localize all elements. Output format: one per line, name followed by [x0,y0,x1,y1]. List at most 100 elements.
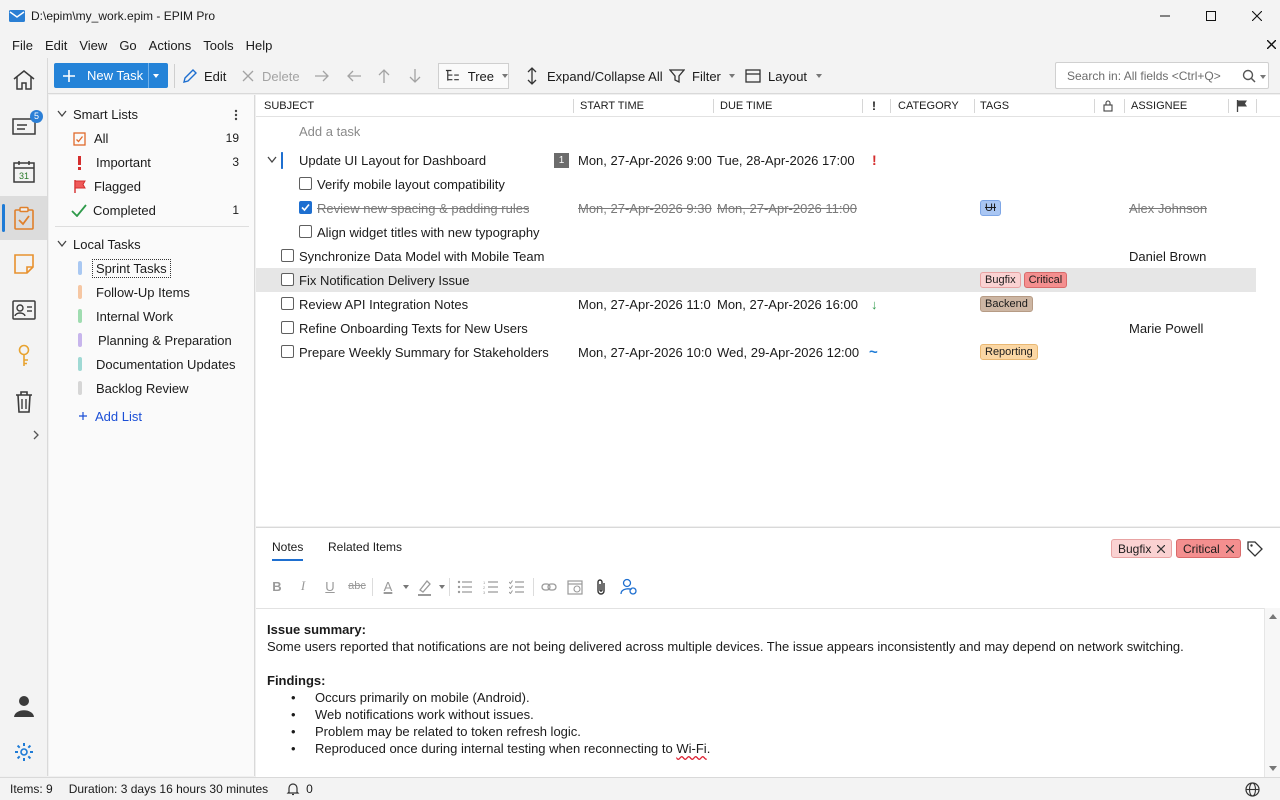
notes-scrollbar[interactable] [1264,608,1280,778]
bell-icon[interactable] [286,782,300,796]
passwords-button[interactable] [0,334,47,378]
task-list-follow-up[interactable]: Follow-Up Items [49,280,255,304]
task-list-internal-work[interactable]: Internal Work [49,304,255,328]
home-button[interactable] [0,58,47,102]
globe-icon[interactable] [1245,782,1260,797]
highlight-dropdown-icon[interactable] [439,585,445,589]
move-right-button[interactable] [314,63,330,89]
column-divider[interactable] [1124,99,1125,113]
task-row[interactable]: Verify mobile layout compatibility [256,172,1256,196]
tab-related-items[interactable]: Related Items [328,540,402,554]
link-icon[interactable] [541,580,557,594]
smart-list-completed[interactable]: Completed 1 [49,198,255,222]
notes-button[interactable] [0,242,47,286]
account-button[interactable] [0,684,47,728]
column-assignee[interactable]: ASSIGNEE [1131,95,1187,117]
expand-collapse-button[interactable]: Expand/Collapse All [526,63,663,89]
scroll-up-icon[interactable] [1269,614,1277,619]
menu-go[interactable]: Go [113,38,142,53]
menu-actions[interactable]: Actions [143,38,198,53]
font-color-button[interactable]: A [377,571,399,601]
expand-rail-button[interactable] [32,430,40,440]
tag-ui[interactable]: UI [980,200,1001,216]
tag-bugfix[interactable]: Bugfix [980,272,1021,288]
column-divider[interactable] [713,99,714,113]
search-box[interactable]: Search in: All fields <Ctrl+Q> [1055,62,1269,89]
bold-button[interactable]: B [266,571,288,601]
local-tasks-header[interactable]: Local Tasks [49,232,255,256]
italic-button[interactable]: I [292,571,314,601]
search-icon[interactable] [1242,69,1256,83]
column-divider[interactable] [573,99,574,113]
column-divider[interactable] [862,99,863,113]
filter-button[interactable]: Filter [669,63,735,89]
task-list-backlog[interactable]: Backlog Review [49,376,255,400]
font-color-dropdown-icon[interactable] [403,585,409,589]
task-row[interactable]: Update UI Layout for Dashboard 1 Mon, 27… [256,148,1256,172]
remove-tag-icon[interactable] [1157,544,1166,553]
menu-help[interactable]: Help [240,38,279,53]
column-divider[interactable] [1256,99,1257,113]
edit-button[interactable]: Edit [182,63,226,89]
calendar-button[interactable]: 31 [0,150,47,194]
menu-tools[interactable]: Tools [197,38,239,53]
remove-tag-icon[interactable] [1225,544,1234,553]
task-row[interactable]: Prepare Weekly Summary for Stakeholders … [256,340,1256,364]
attachment-icon[interactable] [595,578,607,596]
smart-list-flagged[interactable]: Flagged [49,174,255,198]
more-options-icon[interactable] [234,109,238,121]
checklist-icon[interactable] [509,580,525,594]
task-row[interactable]: Align widget titles with new typography [256,220,1256,244]
column-divider[interactable] [890,99,891,113]
task-row[interactable]: Refine Onboarding Texts for New Users Ma… [256,316,1256,340]
numbered-list-icon[interactable]: 123 [483,580,499,594]
column-divider[interactable] [974,99,975,113]
add-list-button[interactable]: Add List [49,404,255,428]
task-list-documentation[interactable]: Documentation Updates [49,352,255,376]
layout-button[interactable]: Layout [745,63,823,89]
task-row[interactable]: Review new spacing & padding rules Mon, … [256,196,1256,220]
move-up-button[interactable] [378,63,390,89]
close-button[interactable] [1234,0,1280,32]
view-mode-dropdown[interactable]: Tree [438,63,509,89]
scroll-down-icon[interactable] [1269,766,1277,771]
tag-reporting[interactable]: Reporting [980,344,1038,360]
close-document-icon[interactable] [1267,40,1276,49]
assign-user-icon[interactable] [620,578,638,596]
insert-date-icon[interactable] [567,579,583,595]
smart-lists-header[interactable]: Smart Lists [49,102,255,126]
column-divider[interactable] [1094,99,1095,113]
task-checkbox[interactable] [299,201,312,214]
tag-icon[interactable] [1247,541,1263,557]
move-down-button[interactable] [409,63,421,89]
task-checkbox[interactable] [281,249,294,262]
task-row-selected[interactable]: Fix Notification Delivery Issue Bugfix C… [256,268,1256,292]
strikethrough-button[interactable]: abc [346,571,368,601]
bullet-list-icon[interactable] [457,580,473,594]
add-task-row[interactable]: Add a task [256,119,1256,143]
maximize-button[interactable] [1188,0,1234,32]
chevron-down-icon[interactable] [267,156,277,163]
detail-tag-critical[interactable]: Critical [1176,539,1241,558]
smart-list-all[interactable]: All 19 [49,126,255,150]
task-row[interactable]: Review API Integration Notes Mon, 27-Apr… [256,292,1256,316]
search-options-icon[interactable] [1260,75,1266,79]
menu-view[interactable]: View [73,38,113,53]
detail-tag-bugfix[interactable]: Bugfix [1111,539,1173,558]
task-list-sprint-tasks[interactable]: Sprint Tasks [49,256,255,280]
task-checkbox[interactable] [281,297,294,310]
move-left-button[interactable] [346,63,362,89]
column-start-time[interactable]: START TIME [580,95,644,117]
task-checkbox[interactable] [281,345,294,358]
task-checkbox[interactable] [281,152,290,169]
contacts-button[interactable] [0,288,47,332]
new-task-dropdown-icon[interactable] [153,74,159,78]
column-due-time[interactable]: DUE TIME [720,95,772,117]
minimize-button[interactable] [1142,0,1188,32]
trash-button[interactable] [0,380,47,424]
smart-list-important[interactable]: Important 3 [49,150,255,174]
menu-edit[interactable]: Edit [39,38,73,53]
column-priority[interactable]: ! [872,95,876,117]
task-checkbox[interactable] [281,273,294,286]
tab-notes[interactable]: Notes [272,540,304,561]
